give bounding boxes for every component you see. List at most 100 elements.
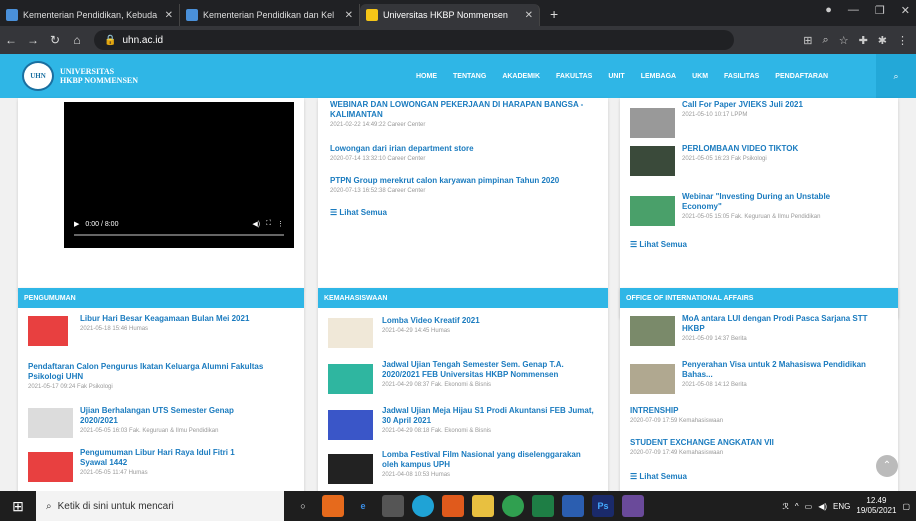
chrome-icon[interactable] bbox=[502, 495, 524, 517]
list-item[interactable]: WEBINAR DAN LOWONGAN PEKERJAAN DI HARAPA… bbox=[318, 100, 608, 128]
minimize-icon[interactable]: — bbox=[848, 4, 859, 17]
list-item[interactable]: Pengumuman Libur Hari Raya Idul Fitri 1 … bbox=[18, 448, 304, 476]
excel-icon[interactable] bbox=[532, 495, 554, 517]
app-icon[interactable] bbox=[622, 495, 644, 517]
item-title[interactable]: INTRENSHIP bbox=[630, 406, 888, 416]
browser-tab[interactable]: Kementerian Pendidikan dan Kel ✕ bbox=[180, 4, 360, 26]
menu-ukm[interactable]: UKM bbox=[692, 73, 708, 80]
taskbar-search[interactable]: ⌕ Ketik di sini untuk mencari bbox=[36, 491, 284, 521]
list-item[interactable]: Call For Paper JVIEKS Juli 2021 2021-05-1… bbox=[620, 100, 898, 118]
item-title[interactable]: Lomba Video Kreatif 2021 bbox=[382, 316, 598, 326]
list-item[interactable]: Penyerahan Visa untuk 2 Mahasiswa Pendid… bbox=[620, 360, 898, 388]
edge-icon[interactable]: e bbox=[352, 495, 374, 517]
menu-fakultas[interactable]: FAKULTAS bbox=[556, 73, 592, 80]
maximize-icon[interactable]: ❐ bbox=[875, 4, 885, 17]
item-title[interactable]: Pengumuman Libur Hari Raya Idul Fitri 1 … bbox=[80, 448, 264, 468]
lihat-semua-link[interactable]: ☰ Lihat Semua bbox=[318, 208, 608, 217]
menu-icon[interactable]: ⋮ bbox=[897, 34, 908, 47]
address-bar[interactable]: 🔒 uhn.ac.id bbox=[94, 30, 734, 50]
home-icon[interactable]: ⌂ bbox=[66, 33, 88, 47]
item-title[interactable]: Webinar "Investing During an Unstable Ec… bbox=[682, 192, 858, 212]
lihat-semua-link[interactable]: ☰ Lihat Semua bbox=[620, 240, 898, 249]
list-item[interactable]: Jadwal Ujian Tengah Semester Sem. Genap … bbox=[318, 360, 608, 388]
list-item[interactable]: Libur Hari Besar Keagamaan Bulan Mei 202… bbox=[18, 314, 304, 332]
item-title[interactable]: Lowongan dari irian department store bbox=[330, 144, 596, 154]
fullscreen-icon[interactable]: ⛶ bbox=[266, 220, 271, 228]
network-icon[interactable]: ▭ bbox=[805, 502, 813, 511]
zoom-icon[interactable]: ⌕ bbox=[823, 34, 829, 47]
list-item[interactable]: Jadwal Ujian Meja Hijau S1 Prodi Akuntan… bbox=[318, 406, 608, 434]
item-title[interactable]: PTPN Group merekrut calon karyawan pimpi… bbox=[330, 176, 596, 186]
more-icon[interactable]: ⋮ bbox=[277, 220, 284, 228]
office-icon[interactable] bbox=[442, 495, 464, 517]
item-title[interactable]: STUDENT EXCHANGE ANGKATAN VII bbox=[630, 438, 888, 448]
puzzle-icon[interactable]: ✱ bbox=[878, 34, 887, 47]
notification-icon[interactable]: ▢ bbox=[902, 502, 910, 511]
item-title[interactable]: MoA antara LUI dengan Prodi Pasca Sarjan… bbox=[682, 314, 878, 334]
star-icon[interactable]: ☆ bbox=[839, 34, 849, 47]
forward-icon[interactable]: → bbox=[22, 33, 44, 47]
browser-tab-active[interactable]: Universitas HKBP Nommensen ✕ bbox=[360, 4, 540, 26]
menu-home[interactable]: HOME bbox=[416, 73, 437, 80]
list-item[interactable]: PTPN Group merekrut calon karyawan pimpi… bbox=[318, 176, 608, 194]
item-title[interactable]: Pendaftaran Calon Pengurus Ikatan Keluar… bbox=[28, 362, 294, 382]
clock[interactable]: 12.49 19/05/2021 bbox=[856, 496, 896, 516]
cortana-icon[interactable]: ○ bbox=[292, 495, 314, 517]
extension-icon[interactable]: ✚ bbox=[859, 34, 868, 47]
list-item[interactable]: STUDENT EXCHANGE ANGKATAN VII 2020-07-09 … bbox=[620, 438, 898, 456]
item-title[interactable]: Jadwal Ujian Meja Hijau S1 Prodi Akuntan… bbox=[382, 406, 598, 426]
close-icon[interactable]: ✕ bbox=[525, 10, 533, 21]
menu-unit[interactable]: UNIT bbox=[608, 73, 624, 80]
item-title[interactable]: Call For Paper JVIEKS Juli 2021 bbox=[682, 100, 858, 110]
reload-icon[interactable]: ↻ bbox=[44, 33, 66, 47]
site-logo[interactable]: UHN UNIVERSITAS HKBP NOMMENSEN bbox=[22, 61, 138, 91]
video-progress[interactable] bbox=[74, 234, 284, 236]
video-player[interactable]: ▶ 0:00 / 8:00 ◀) ⛶ ⋮ bbox=[64, 102, 294, 248]
item-title[interactable]: WEBINAR DAN LOWONGAN PEKERJAAN DI HARAPA… bbox=[330, 100, 596, 120]
chevron-up-icon[interactable]: ^ bbox=[795, 502, 799, 511]
volume-icon[interactable]: ◀) bbox=[252, 220, 260, 228]
item-title[interactable]: Penyerahan Visa untuk 2 Mahasiswa Pendid… bbox=[682, 360, 878, 380]
list-item[interactable]: INTRENSHIP 2020-07-09 17:59 Kemahasiswaan bbox=[620, 406, 898, 424]
menu-fasilitas[interactable]: FASILITAS bbox=[724, 73, 759, 80]
list-item[interactable]: Lomba Festival Film Nasional yang disele… bbox=[318, 450, 608, 478]
volume-icon[interactable]: ◀) bbox=[818, 502, 827, 511]
new-tab-button[interactable]: + bbox=[540, 6, 568, 26]
play-icon[interactable]: ▶ bbox=[74, 220, 79, 228]
list-item[interactable]: Lowongan dari irian department store 2020… bbox=[318, 144, 608, 162]
browser-tab[interactable]: Kementerian Pendidikan, Kebuda ✕ bbox=[0, 4, 180, 26]
list-item[interactable]: MoA antara LUI dengan Prodi Pasca Sarjan… bbox=[620, 314, 898, 342]
list-item[interactable]: PERLOMBAAN VIDEO TIKTOK 2021-05-05 16:23 … bbox=[620, 144, 898, 162]
camera-icon[interactable] bbox=[382, 495, 404, 517]
list-item[interactable]: Ujian Berhalangan UTS Semester Genap 202… bbox=[18, 406, 304, 434]
list-item[interactable]: Pendaftaran Calon Pengurus Ikatan Keluar… bbox=[18, 362, 304, 390]
photoshop-icon[interactable]: Ps bbox=[592, 495, 614, 517]
file-explorer-icon[interactable] bbox=[472, 495, 494, 517]
app-icon[interactable] bbox=[412, 495, 434, 517]
grid-icon[interactable]: ⊞ bbox=[803, 34, 812, 47]
people-icon[interactable]: ℛ bbox=[783, 502, 789, 511]
close-window-icon[interactable]: ✕ bbox=[901, 4, 910, 17]
menu-tentang[interactable]: TENTANG bbox=[453, 73, 486, 80]
windows-start-icon[interactable]: ⊞ bbox=[0, 498, 36, 515]
word-icon[interactable] bbox=[562, 495, 584, 517]
item-title[interactable]: Jadwal Ujian Tengah Semester Sem. Genap … bbox=[382, 360, 598, 380]
list-item[interactable]: Lomba Video Kreatif 2021 2021-04-29 14:45… bbox=[318, 316, 608, 334]
item-title[interactable]: PERLOMBAAN VIDEO TIKTOK bbox=[682, 144, 858, 154]
item-title[interactable]: Ujian Berhalangan UTS Semester Genap 202… bbox=[80, 406, 264, 426]
menu-pendaftaran[interactable]: PENDAFTARAN bbox=[775, 73, 828, 80]
item-title[interactable]: Lomba Festival Film Nasional yang disele… bbox=[382, 450, 598, 470]
lihat-semua-link[interactable]: ☰ Lihat Semua bbox=[620, 472, 898, 481]
item-title[interactable]: Libur Hari Besar Keagamaan Bulan Mei 202… bbox=[80, 314, 264, 324]
close-icon[interactable]: ✕ bbox=[165, 10, 173, 21]
list-item[interactable]: Webinar "Investing During an Unstable Ec… bbox=[620, 192, 898, 220]
back-icon[interactable]: ← bbox=[0, 33, 22, 47]
menu-akademik[interactable]: AKADEMIK bbox=[502, 73, 540, 80]
menu-lembaga[interactable]: LEMBAGA bbox=[641, 73, 676, 80]
language-indicator[interactable]: ENG bbox=[833, 502, 850, 511]
scroll-top-button[interactable]: ⌃ bbox=[876, 455, 898, 477]
firefox-icon[interactable] bbox=[322, 495, 344, 517]
profile-icon[interactable]: ● bbox=[825, 4, 832, 17]
search-icon[interactable]: ⌕ bbox=[876, 54, 916, 98]
close-icon[interactable]: ✕ bbox=[345, 10, 353, 21]
